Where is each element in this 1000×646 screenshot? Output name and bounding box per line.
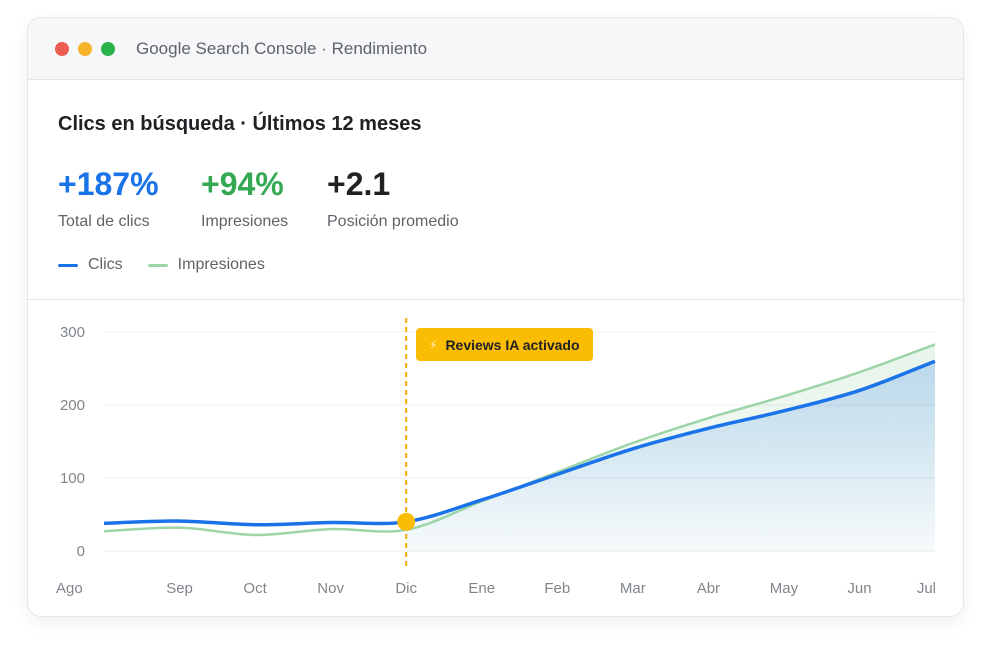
y-tick-label-200: 200 xyxy=(60,397,85,414)
annotation-marker-dot xyxy=(397,512,416,531)
x-tick-label-may: May xyxy=(770,580,799,597)
x-tick-label-ago: Ago xyxy=(56,580,83,597)
performance-card: Google Search Console · Rendimiento Clic… xyxy=(27,17,964,617)
x-tick-label-mar: Mar xyxy=(620,580,646,597)
y-tick-label-0: 0 xyxy=(77,543,85,560)
chart-annotation: ⚡ Reviews IA activado xyxy=(416,328,593,361)
x-tick-label-abr: Abr xyxy=(697,580,720,597)
line-chart: 0 100 200 300 Ago Sep Oct Nov Dic Ene Feb Mar Abr May… xyxy=(56,318,936,597)
x-tick-label-jun: Jun xyxy=(847,580,871,597)
x-tick-label-jul: Jul xyxy=(917,580,936,597)
x-tick-label-dic: Dic xyxy=(395,580,417,597)
x-tick-label-nov: Nov xyxy=(317,580,344,597)
y-tick-label-100: 100 xyxy=(60,470,85,487)
lightning-icon: ⚡ xyxy=(429,337,438,352)
x-tick-label-sep: Sep xyxy=(166,580,193,597)
y-tick-label-300: 300 xyxy=(60,324,85,341)
x-tick-label-ene: Ene xyxy=(468,580,495,597)
x-tick-label-oct: Oct xyxy=(243,580,267,597)
x-tick-label-feb: Feb xyxy=(544,580,570,597)
annotation-label: Reviews IA activado xyxy=(445,336,580,353)
